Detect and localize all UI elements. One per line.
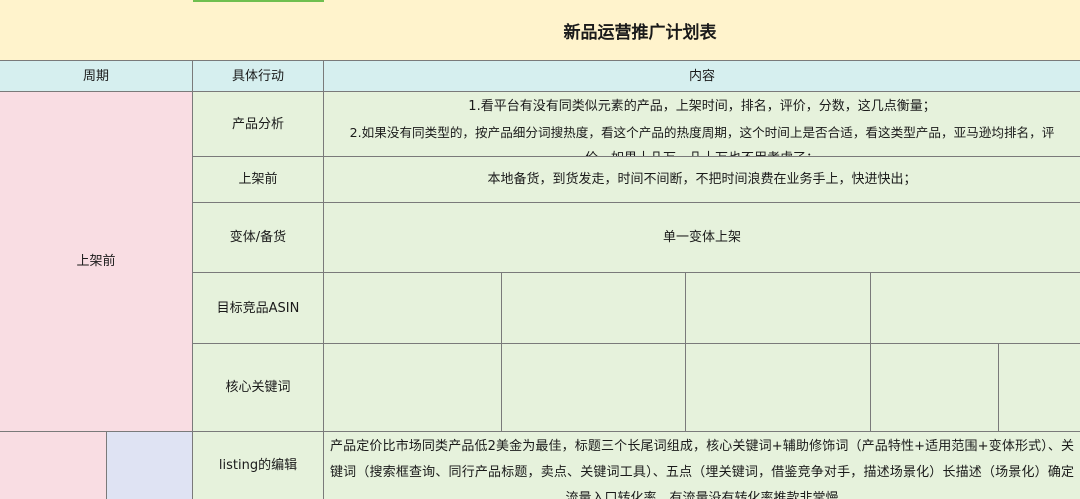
period-subcell-listing[interactable] — [107, 432, 193, 499]
action-listing-edit[interactable]: listing的编辑 — [193, 432, 324, 499]
header-action[interactable]: 具体行动 — [193, 61, 324, 92]
asin-cell[interactable] — [502, 273, 686, 344]
period-cell-pre-listing[interactable]: 上架前 — [0, 92, 193, 432]
keyword-cell[interactable] — [324, 344, 502, 432]
keyword-cell[interactable] — [871, 344, 999, 432]
keyword-cell[interactable] — [686, 344, 871, 432]
asin-cell[interactable] — [686, 273, 871, 344]
action-product-analysis[interactable]: 产品分析 — [193, 92, 324, 157]
header-period[interactable]: 周期 — [0, 61, 193, 92]
asin-cell[interactable] — [871, 273, 1080, 344]
content-pre-listing[interactable]: 本地备货，到货发走，时间不间断，不把时间浪费在业务手上，快进快出； — [324, 157, 1080, 203]
content-variant[interactable]: 单一变体上架 — [324, 203, 1080, 273]
title-bar: 新品运营推广计划表 — [0, 0, 1080, 61]
header-content[interactable]: 内容 — [324, 61, 1080, 92]
keyword-cell[interactable] — [502, 344, 686, 432]
content-line-1: 1.看平台有没有同类似元素的产品，上架时间，排名，评价，分数，这几点衡量； — [468, 99, 936, 114]
action-target-asin[interactable]: 目标竞品ASIN — [193, 273, 324, 344]
action-core-keywords[interactable]: 核心关键词 — [193, 344, 324, 432]
content-product-analysis[interactable]: 1.看平台有没有同类似元素的产品，上架时间，排名，评价，分数，这几点衡量； 2.… — [324, 92, 1080, 157]
action-variant[interactable]: 变体/备货 — [193, 203, 324, 273]
action-pre-listing[interactable]: 上架前 — [193, 157, 324, 203]
content-listing-edit[interactable]: 产品定价比市场同类产品低2美金为最佳，标题三个长尾词组成，核心关键词+辅助修饰词… — [324, 432, 1080, 499]
content-line-2: 2.如果没有同类型的，按产品细分词搜热度，看这个产品的热度周期，这个时间上是否合… — [349, 125, 1055, 140]
asin-cell[interactable] — [324, 273, 502, 344]
keyword-cell[interactable] — [999, 344, 1080, 432]
sheet-title: 新品运营推广计划表 — [563, 22, 717, 43]
period-cell-listing[interactable] — [0, 432, 107, 499]
content-line-3: 价，如果十几万，几十万也不用考虑了； — [324, 146, 1080, 156]
selection-indicator — [193, 0, 324, 2]
